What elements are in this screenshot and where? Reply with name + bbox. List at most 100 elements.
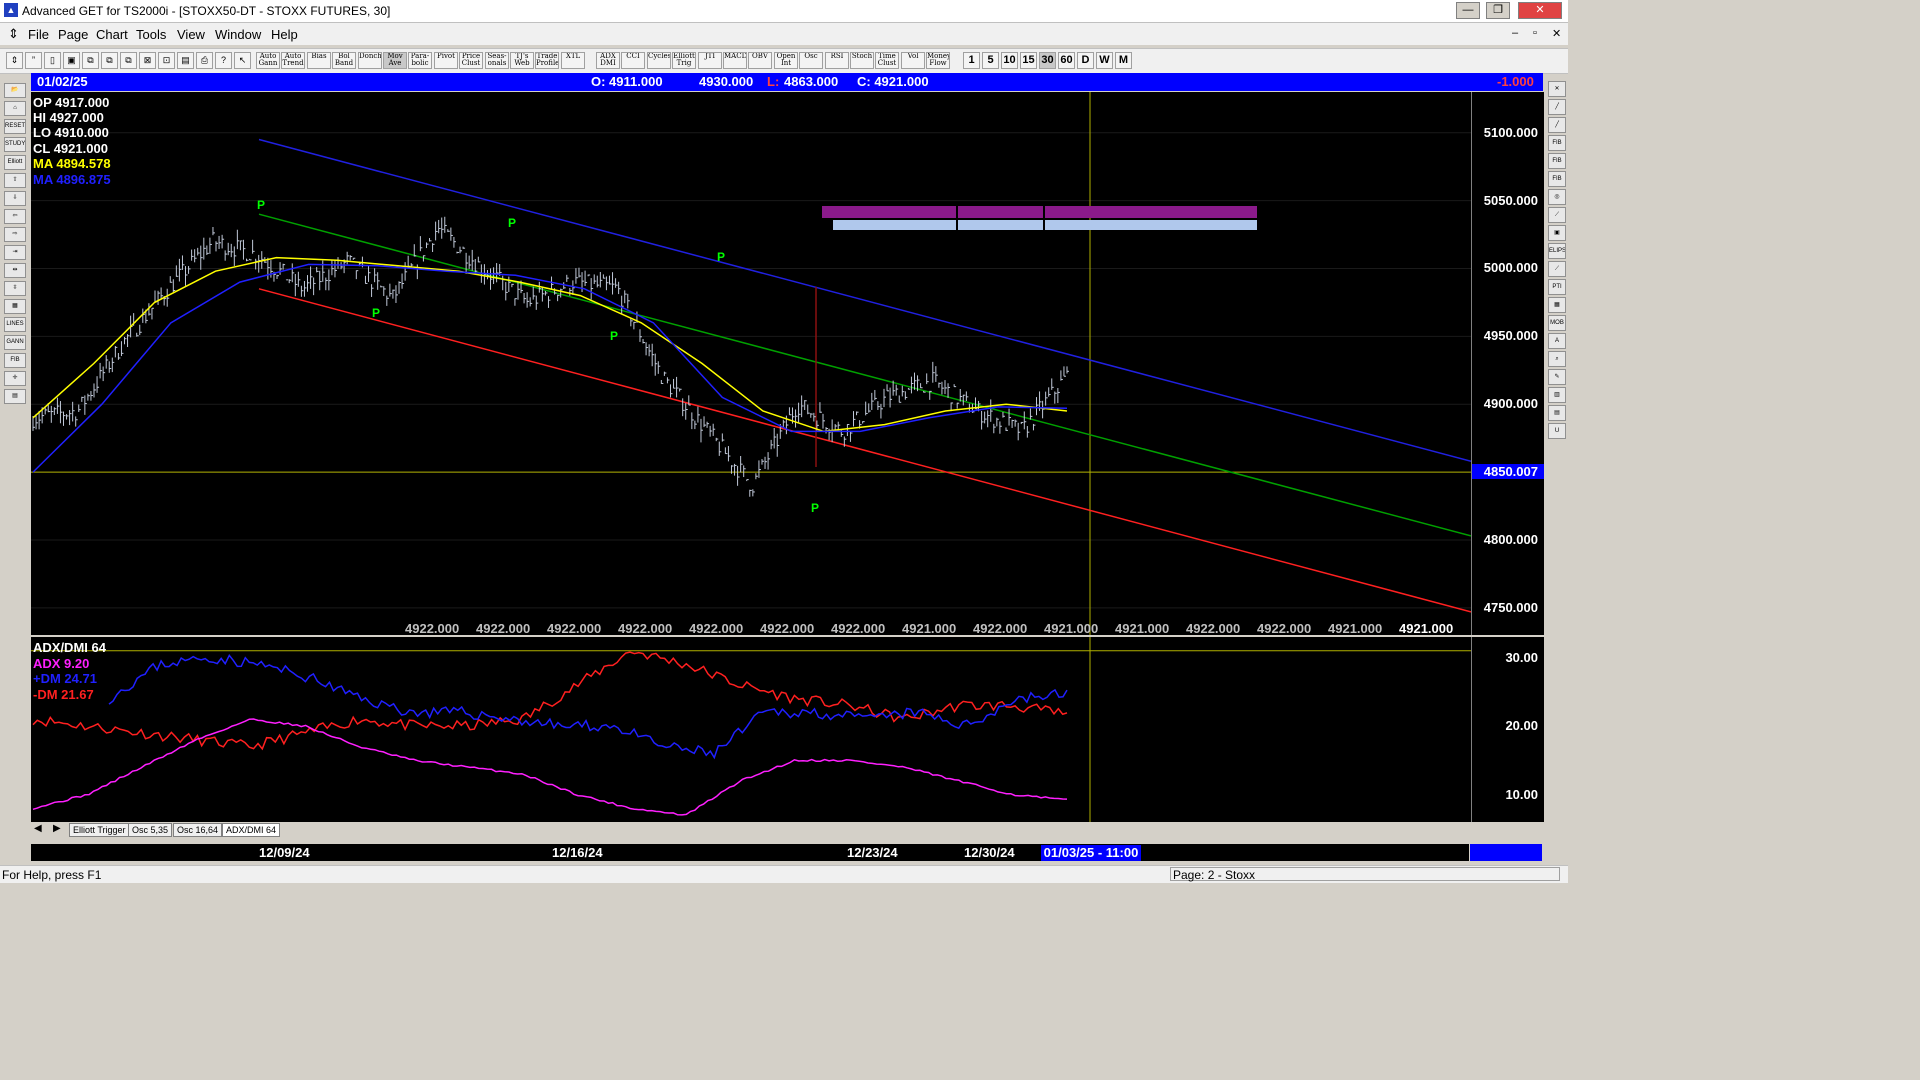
toolbar-tool-icon[interactable]: ⊡ bbox=[158, 52, 175, 69]
right-tool-button[interactable]: ✎ bbox=[1548, 369, 1566, 385]
tab-elliott-trigger[interactable]: Elliott Trigger bbox=[69, 823, 130, 837]
toolbar-tool-icon[interactable]: ↖ bbox=[234, 52, 251, 69]
study-button[interactable]: Bias bbox=[307, 52, 331, 69]
close-button[interactable]: ✕ bbox=[1518, 2, 1562, 19]
minimize-button[interactable]: — bbox=[1456, 2, 1480, 19]
adx-canvas[interactable] bbox=[31, 637, 1471, 822]
tab-osc-5-35[interactable]: Osc 5,35 bbox=[128, 823, 173, 837]
right-tool-button[interactable]: ⟋ bbox=[1548, 261, 1566, 277]
toolbar-tool-icon[interactable]: ⊠ bbox=[139, 52, 156, 69]
interval-button[interactable]: 60 bbox=[1058, 52, 1075, 69]
left-tool-button[interactable]: RESET bbox=[4, 119, 26, 134]
study-button[interactable]: Time Clust bbox=[875, 52, 899, 69]
study-button[interactable]: Osc bbox=[799, 52, 823, 69]
right-tool-button[interactable]: ╱ bbox=[1548, 117, 1566, 133]
left-tool-button[interactable]: FIB bbox=[4, 353, 26, 368]
interval-button[interactable]: 10 bbox=[1001, 52, 1018, 69]
right-tool-button[interactable]: FIB EXT bbox=[1548, 153, 1566, 169]
left-tool-button[interactable]: STUDY bbox=[4, 137, 26, 152]
interval-button[interactable]: 15 bbox=[1020, 52, 1037, 69]
study-button[interactable]: OBV bbox=[748, 52, 772, 69]
toolbar-tool-icon[interactable]: ⇕ bbox=[6, 52, 23, 69]
right-tool-button[interactable]: ELIPS bbox=[1548, 243, 1566, 259]
tab-osc-16-64[interactable]: Osc 16,64 bbox=[173, 823, 223, 837]
study-button[interactable]: MACD bbox=[723, 52, 747, 69]
study-button[interactable]: TJ's Web bbox=[510, 52, 534, 69]
menu-file[interactable]: File bbox=[28, 27, 49, 42]
study-button[interactable]: Elliott Trig bbox=[672, 52, 696, 69]
right-tool-button[interactable]: A bbox=[1548, 333, 1566, 349]
study-button[interactable]: Bol Band bbox=[332, 52, 356, 69]
toolbar-tool-icon[interactable]: ⎙ bbox=[196, 52, 213, 69]
study-button[interactable]: Price Clust bbox=[459, 52, 483, 69]
study-button[interactable]: Pivot bbox=[434, 52, 458, 69]
menu-view[interactable]: View bbox=[177, 27, 205, 42]
study-button[interactable]: XTL bbox=[561, 52, 585, 69]
menu-tools[interactable]: Tools bbox=[136, 27, 166, 42]
study-button[interactable]: ADX DMI bbox=[596, 52, 620, 69]
toolbar-tool-icon[interactable]: ▯ bbox=[44, 52, 61, 69]
right-tool-button[interactable]: ▤ bbox=[1548, 405, 1566, 421]
left-tool-button[interactable]: 📂 bbox=[4, 83, 26, 98]
study-button[interactable]: Auto Trend bbox=[281, 52, 305, 69]
left-tool-button[interactable]: LINES bbox=[4, 317, 26, 332]
menu-help[interactable]: Help bbox=[271, 27, 298, 42]
toolbar-tool-icon[interactable]: ? bbox=[215, 52, 232, 69]
right-tool-button[interactable]: ▥ bbox=[1548, 387, 1566, 403]
interval-button[interactable]: M bbox=[1115, 52, 1132, 69]
right-tool-button[interactable]: MOB bbox=[1548, 315, 1566, 331]
left-tool-button[interactable]: ▦ bbox=[4, 299, 26, 314]
adx-scale[interactable]: 30.00 20.00 10.00 bbox=[1471, 637, 1544, 822]
interval-button[interactable]: 30 bbox=[1039, 52, 1056, 69]
study-button[interactable]: Money Flow bbox=[926, 52, 950, 69]
tab-prev-icon[interactable]: ◀ bbox=[34, 823, 42, 834]
study-button[interactable]: Stoch bbox=[850, 52, 874, 69]
toolbar-tool-icon[interactable]: ▣ bbox=[63, 52, 80, 69]
study-button[interactable]: Vol bbox=[901, 52, 925, 69]
study-button[interactable]: Trade Profile bbox=[535, 52, 559, 69]
study-button[interactable]: CCI bbox=[621, 52, 645, 69]
study-button[interactable]: Cycles bbox=[647, 52, 671, 69]
child-restore-icon[interactable]: ▫ bbox=[1533, 27, 1537, 39]
left-tool-button[interactable]: ⌂ bbox=[4, 101, 26, 116]
price-chart-canvas[interactable]: P P P P P P bbox=[31, 92, 1471, 635]
right-tool-button[interactable]: ◎ bbox=[1548, 189, 1566, 205]
study-button[interactable]: Auto Gann bbox=[256, 52, 280, 69]
child-minimize-icon[interactable]: – bbox=[1512, 27, 1518, 39]
adx-panel[interactable]: ADX/DMI 64 ADX 9.20 +DM 24.71 -DM 21.67 bbox=[31, 637, 1471, 822]
left-tool-button[interactable]: ⇧ bbox=[4, 173, 26, 188]
right-tool-button[interactable]: U bbox=[1548, 423, 1566, 439]
study-button[interactable]: Donch bbox=[358, 52, 382, 69]
left-tool-button[interactable]: ⇩ bbox=[4, 191, 26, 206]
right-tool-button[interactable]: ⟋ bbox=[1548, 207, 1566, 223]
price-chart[interactable]: P P P P P P OP 4917.000 HI 4927.000 LO 4910.0… bbox=[31, 92, 1471, 636]
interval-button[interactable]: W bbox=[1096, 52, 1113, 69]
right-tool-button[interactable]: ⌕ bbox=[1548, 351, 1566, 367]
left-tool-button[interactable]: ⇳ bbox=[4, 281, 26, 296]
right-tool-button[interactable]: FIB TIME bbox=[1548, 171, 1566, 187]
menu-page[interactable]: Page bbox=[58, 27, 88, 42]
study-button[interactable]: Mov Ave bbox=[383, 52, 407, 69]
study-button[interactable]: JTI bbox=[698, 52, 722, 69]
right-tool-button[interactable]: ╱ bbox=[1548, 99, 1566, 115]
left-tool-button[interactable]: ⇨ bbox=[4, 227, 26, 242]
toolbar-tool-icon[interactable]: ” bbox=[25, 52, 42, 69]
toolbar-tool-icon[interactable]: ⧉ bbox=[120, 52, 137, 69]
left-tool-button[interactable]: Elliott bbox=[4, 155, 26, 170]
left-tool-button[interactable]: ⇥ bbox=[4, 245, 26, 260]
document-icon[interactable]: ⇕ bbox=[8, 26, 19, 42]
menu-window[interactable]: Window bbox=[215, 27, 261, 42]
toolbar-tool-icon[interactable]: ▤ bbox=[177, 52, 194, 69]
toolbar-tool-icon[interactable]: ⧉ bbox=[101, 52, 118, 69]
interval-button[interactable]: 1 bbox=[963, 52, 980, 69]
interval-button[interactable]: 5 bbox=[982, 52, 999, 69]
toolbar-tool-icon[interactable]: ⧉ bbox=[82, 52, 99, 69]
left-tool-button[interactable]: GANN bbox=[4, 335, 26, 350]
maximize-button[interactable]: ❐ bbox=[1486, 2, 1510, 19]
right-tool-button[interactable]: ✕ bbox=[1548, 81, 1566, 97]
left-tool-button[interactable]: ⇹ bbox=[4, 263, 26, 278]
left-tool-button[interactable]: ▤ bbox=[4, 389, 26, 404]
interval-button[interactable]: D bbox=[1077, 52, 1094, 69]
study-button[interactable]: Seas- onals bbox=[485, 52, 509, 69]
right-tool-button[interactable]: FIB RET bbox=[1548, 135, 1566, 151]
